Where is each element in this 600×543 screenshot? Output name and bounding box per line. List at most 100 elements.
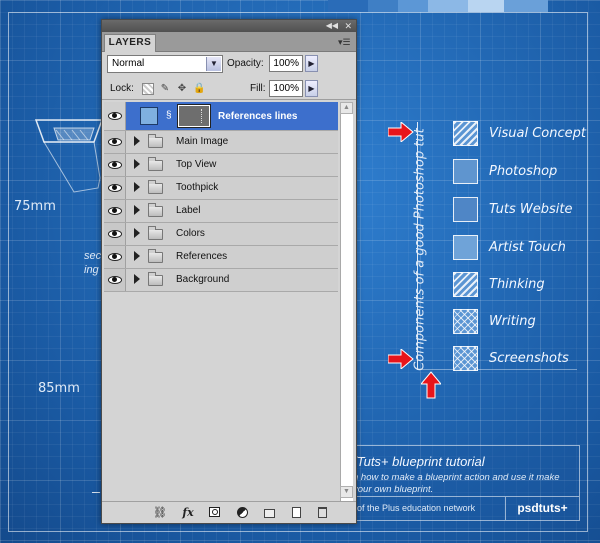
blend-mode-value: Normal [112, 58, 145, 69]
top-swatch [328, 0, 368, 12]
visibility-toggle[interactable] [104, 246, 126, 268]
eye-icon[interactable] [108, 276, 122, 284]
close-icon[interactable]: ✕ [344, 20, 352, 32]
eye-icon[interactable] [108, 184, 122, 192]
chevron-down-icon[interactable]: ▼ [206, 57, 221, 71]
eye-icon[interactable] [108, 253, 122, 261]
layer-name[interactable]: Main Image [176, 136, 228, 147]
side-note-line2: ing [84, 264, 99, 276]
lock-transparency-icon[interactable] [142, 83, 154, 95]
fx-icon[interactable]: fx [180, 506, 196, 520]
thinking-swatch [453, 272, 478, 297]
adjustment-icon[interactable] [234, 506, 250, 520]
eye-icon[interactable] [108, 230, 122, 238]
legend-label: Artist Touch [489, 240, 566, 255]
layer-row-colors[interactable]: Colors [104, 223, 338, 246]
layer-row-toothpick[interactable]: Toothpick [104, 177, 338, 200]
red-arrow-up-icon [421, 371, 441, 399]
eye-icon[interactable] [108, 138, 122, 146]
side-note-line1: sec [84, 250, 102, 262]
layer-name[interactable]: Background [176, 274, 229, 285]
mask-icon[interactable] [206, 506, 222, 520]
eye-icon[interactable] [108, 207, 122, 215]
blueprint-canvas: 75mm 85mm sec ing Components of a good P… [0, 0, 600, 543]
layer-name[interactable]: Top View [176, 159, 216, 170]
legend-label: Thinking [489, 277, 545, 292]
lock-brush-icon[interactable]: ✎ [159, 83, 171, 95]
scroll-down-icon[interactable]: ▼ [340, 486, 353, 498]
tab-layers[interactable]: LAYERS [104, 34, 156, 52]
legend-label: Tuts Website [489, 202, 573, 217]
visibility-toggle[interactable] [104, 102, 126, 130]
expand-triangle-icon[interactable] [134, 274, 140, 284]
lock-move-icon[interactable]: ✥ [176, 83, 188, 95]
layer-row-top-view[interactable]: Top View [104, 154, 338, 177]
panel-tab-bar: LAYERS ▾☰ [102, 32, 356, 52]
visibility-toggle[interactable] [104, 200, 126, 222]
fill-arrow-icon[interactable]: ▶ [305, 80, 318, 97]
dimension-85mm: 85mm [38, 381, 80, 396]
fill-field[interactable]: 100% [269, 80, 303, 97]
expand-triangle-icon[interactable] [134, 136, 140, 146]
expand-triangle-icon[interactable] [134, 205, 140, 215]
panel-menu-icon[interactable]: ▾☰ [338, 37, 352, 47]
top-swatch [368, 0, 398, 12]
layer-name[interactable]: Label [176, 205, 200, 216]
panel-bottom-toolbar: ⛓ fx [102, 501, 356, 523]
layer-row-references-lines[interactable]: § References lines [104, 102, 338, 131]
visibility-toggle[interactable] [104, 131, 126, 153]
legend-label: Visual Concept [489, 126, 586, 141]
visual-concept-swatch [453, 121, 478, 146]
lock-all-icon[interactable]: 🔒 [193, 83, 205, 95]
visibility-toggle[interactable] [104, 154, 126, 176]
panel-title-bar[interactable]: ◀◀ ✕ [102, 20, 356, 32]
folder-icon [148, 249, 163, 263]
scroll-up-icon[interactable]: ▲ [340, 102, 353, 114]
layers-panel: ◀◀ ✕ LAYERS ▾☰ Normal ▼ Opacity: 100% ▶ … [101, 19, 357, 524]
layer-row-main-image[interactable]: Main Image [104, 131, 338, 154]
artist-touch-swatch [453, 235, 478, 260]
trash-icon[interactable] [314, 506, 330, 520]
visibility-toggle[interactable] [104, 269, 126, 291]
layer-row-label[interactable]: Label [104, 200, 338, 223]
expand-triangle-icon[interactable] [134, 251, 140, 261]
layer-row-background[interactable]: Background [104, 269, 338, 292]
legend-label: Screenshots [489, 351, 569, 366]
layer-thumbnail [140, 107, 158, 125]
group-icon[interactable] [261, 506, 277, 520]
opacity-field[interactable]: 100% [269, 55, 303, 72]
fill-label: Fill: [250, 83, 266, 94]
tuts-website-swatch [453, 197, 478, 222]
new-layer-icon[interactable] [288, 506, 304, 520]
layer-name[interactable]: References [176, 251, 227, 262]
folder-icon [148, 272, 163, 286]
collapse-icon[interactable]: ◀◀ [326, 20, 338, 32]
title-block-subtitle: n how to make a blueprint action and use… [353, 472, 560, 495]
visibility-toggle[interactable] [104, 177, 126, 199]
visibility-toggle[interactable] [104, 223, 126, 245]
red-arrow-right-icon [388, 349, 414, 369]
opacity-arrow-icon[interactable]: ▶ [305, 55, 318, 72]
title-block-title: /Tuts+ blueprint tutorial [353, 454, 485, 469]
folder-icon [148, 180, 163, 194]
layer-row-references[interactable]: References [104, 246, 338, 269]
dimension-tick [92, 492, 100, 493]
folder-icon [148, 203, 163, 217]
layer-name[interactable]: References lines [218, 111, 298, 122]
eye-icon[interactable] [108, 161, 122, 169]
layers-scrollbar[interactable] [340, 102, 353, 502]
blend-mode-select[interactable]: Normal ▼ [107, 55, 223, 73]
expand-triangle-icon[interactable] [134, 182, 140, 192]
top-swatch [428, 0, 468, 12]
writing-swatch [453, 309, 478, 334]
mask-thumbnail[interactable] [177, 104, 211, 128]
lock-fill-row: Lock: ✎ ✥ 🔒 Fill: 100% ▶ [102, 78, 356, 100]
red-arrow-right-icon [388, 122, 414, 142]
expand-triangle-icon[interactable] [134, 228, 140, 238]
layer-name[interactable]: Colors [176, 228, 205, 239]
link-icon[interactable]: ⛓ [152, 506, 168, 520]
chain-link-icon[interactable]: § [166, 110, 174, 122]
eye-icon[interactable] [108, 112, 122, 120]
expand-triangle-icon[interactable] [134, 159, 140, 169]
layer-name[interactable]: Toothpick [176, 182, 218, 193]
